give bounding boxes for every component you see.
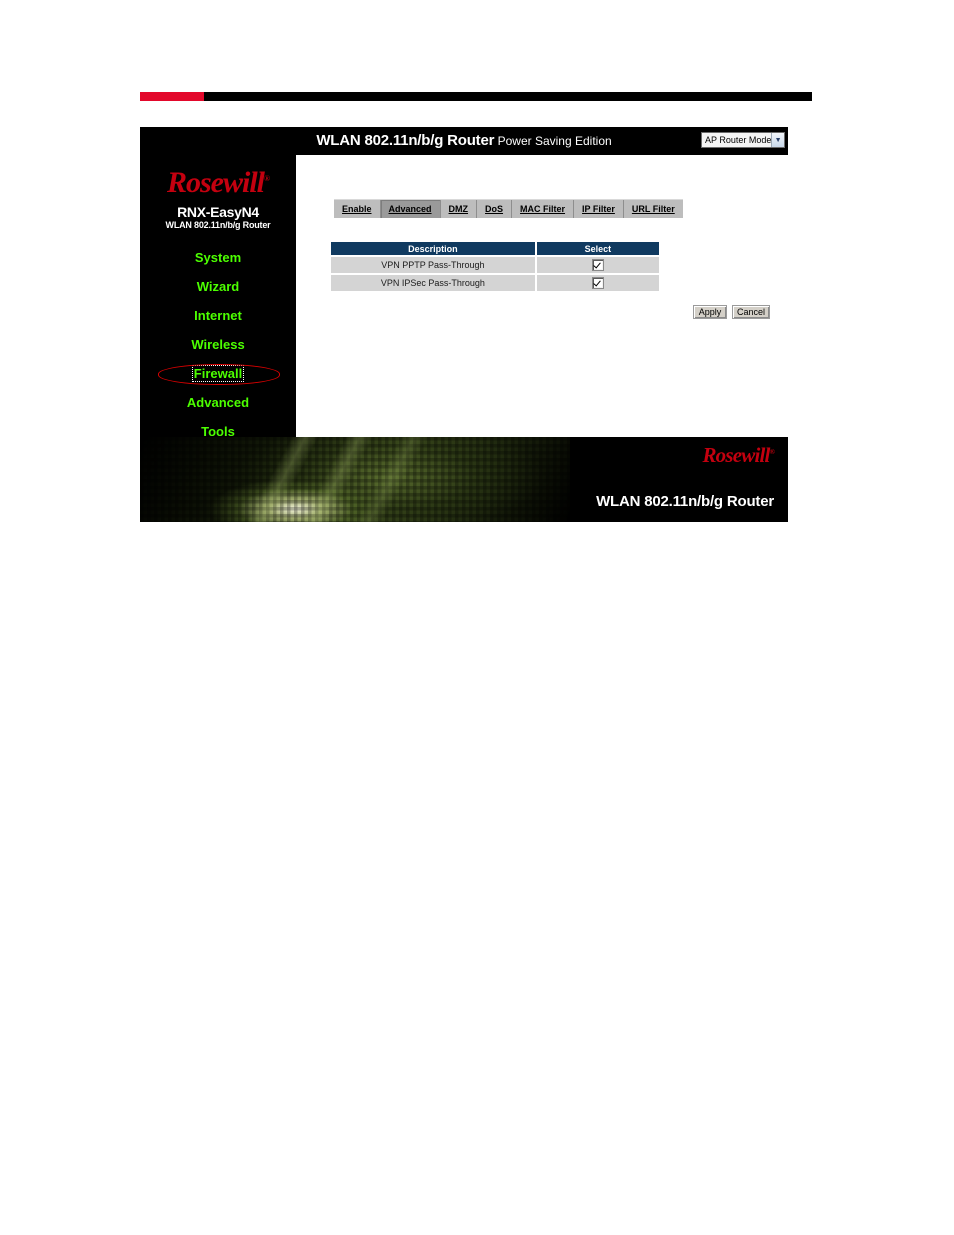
sidebar-item-wireless[interactable]: Wireless [140,330,296,359]
tab-label: Advanced [388,204,432,214]
table-row: VPN IPSec Pass-Through [331,275,659,291]
footer-banner: Rosewill® WLAN 802.11n/b/g Router [140,437,788,522]
footer-brand-logo-text: Rosewill [702,443,770,467]
sidebar-item-label: System [194,250,242,265]
table-head: Description Select [331,242,659,255]
sidebar-item-label: Internet [194,308,242,323]
page-top-rule [140,92,812,101]
sidebar-item-tools[interactable]: Tools [140,417,296,437]
row-select-cell [536,275,659,291]
vpn-ipsec-passthrough-checkbox[interactable] [591,277,604,289]
table-header-row: Description Select [331,242,659,255]
vpn-passthrough-table: Description Select VPN PPTP Pass-Through… [329,240,661,293]
page-title-main: WLAN 802.11n/b/g Router [316,132,495,149]
form-actions: Apply Cancel [692,305,770,319]
content-pane: Enable Advanced DMZ DoS MAC Filter IP Fi… [296,155,788,437]
tab-label: DoS [485,204,504,214]
sidebar-item-label: Advanced [186,395,250,410]
sidebar-item-system[interactable]: System [140,243,296,272]
tab-ip-filter[interactable]: IP Filter [574,200,624,218]
operation-mode-select[interactable]: AP Router Mode ▼ [701,132,785,148]
column-header-description: Description [331,242,535,255]
tab-mac-filter[interactable]: MAC Filter [512,200,575,218]
sidebar-brand-logo-text: Rosewill [167,166,265,199]
sidebar-item-label: Wizard [196,279,240,294]
sidebar-model-subtitle: WLAN 802.11n/b/g Router [165,220,271,230]
tab-advanced[interactable]: Advanced [380,200,441,218]
row-description: VPN PPTP Pass-Through [331,257,535,273]
tab-url-filter[interactable]: URL Filter [623,200,683,218]
firewall-tab-strip: Enable Advanced DMZ DoS MAC Filter IP Fi… [334,199,683,218]
footer-brand-logo: Rosewill® [702,443,774,468]
tab-label: DMZ [448,204,469,214]
tab-enable[interactable]: Enable [334,200,381,218]
footer-product-title: WLAN 802.11n/b/g Router [596,493,774,510]
sidebar-item-wizard[interactable]: Wizard [140,272,296,301]
router-admin-screenshot: WLAN 802.11n/b/g Router Power Saving Edi… [140,127,788,522]
sidebar-nav: System Wizard Internet Wireless Firewall… [140,243,296,437]
row-select-cell [536,257,659,273]
operation-mode-value: AP Router Mode [705,135,772,145]
sidebar-item-label: Firewall [191,365,245,382]
cancel-button[interactable]: Cancel [731,305,770,319]
tab-label: MAC Filter [520,204,566,214]
apply-button[interactable]: Apply [692,305,727,319]
sidebar-item-label: Tools [201,424,235,437]
header-band: WLAN 802.11n/b/g Router Power Saving Edi… [140,127,788,155]
column-header-select: Select [536,242,659,255]
sidebar-item-advanced[interactable]: Advanced [140,388,296,417]
page-title-sub: Power Saving Edition [494,134,612,148]
sidebar-brand-logo-tm: ® [264,174,270,183]
page-title: WLAN 802.11n/b/g Router Power Saving Edi… [140,127,788,155]
table-row: VPN PPTP Pass-Through [331,257,659,273]
tab-label: Enable [342,204,372,214]
footer-artwork-streaks [160,437,560,522]
tab-dmz[interactable]: DMZ [440,200,478,218]
tab-dos[interactable]: DoS [477,200,513,218]
footer-brand-logo-tm: ® [769,448,775,456]
chevron-down-icon[interactable]: ▼ [771,133,784,147]
table-body: VPN PPTP Pass-Through VPN IPSec Pass-Thr… [331,257,659,291]
sidebar-item-internet[interactable]: Internet [140,301,296,330]
row-description: VPN IPSec Pass-Through [331,275,535,291]
page-top-rule-accent [140,92,204,101]
vpn-pptp-passthrough-checkbox[interactable] [591,259,604,271]
sidebar-model-name: RNX-EasyN4 [177,204,259,220]
sidebar: Rosewill® RNX-EasyN4 WLAN 802.11n/b/g Ro… [140,155,296,437]
sidebar-brand-logo: Rosewill® [140,162,296,200]
sidebar-item-firewall[interactable]: Firewall [140,359,296,388]
tab-label: URL Filter [631,204,675,214]
tab-label: IP Filter [582,204,615,214]
sidebar-item-label: Wireless [191,337,245,352]
